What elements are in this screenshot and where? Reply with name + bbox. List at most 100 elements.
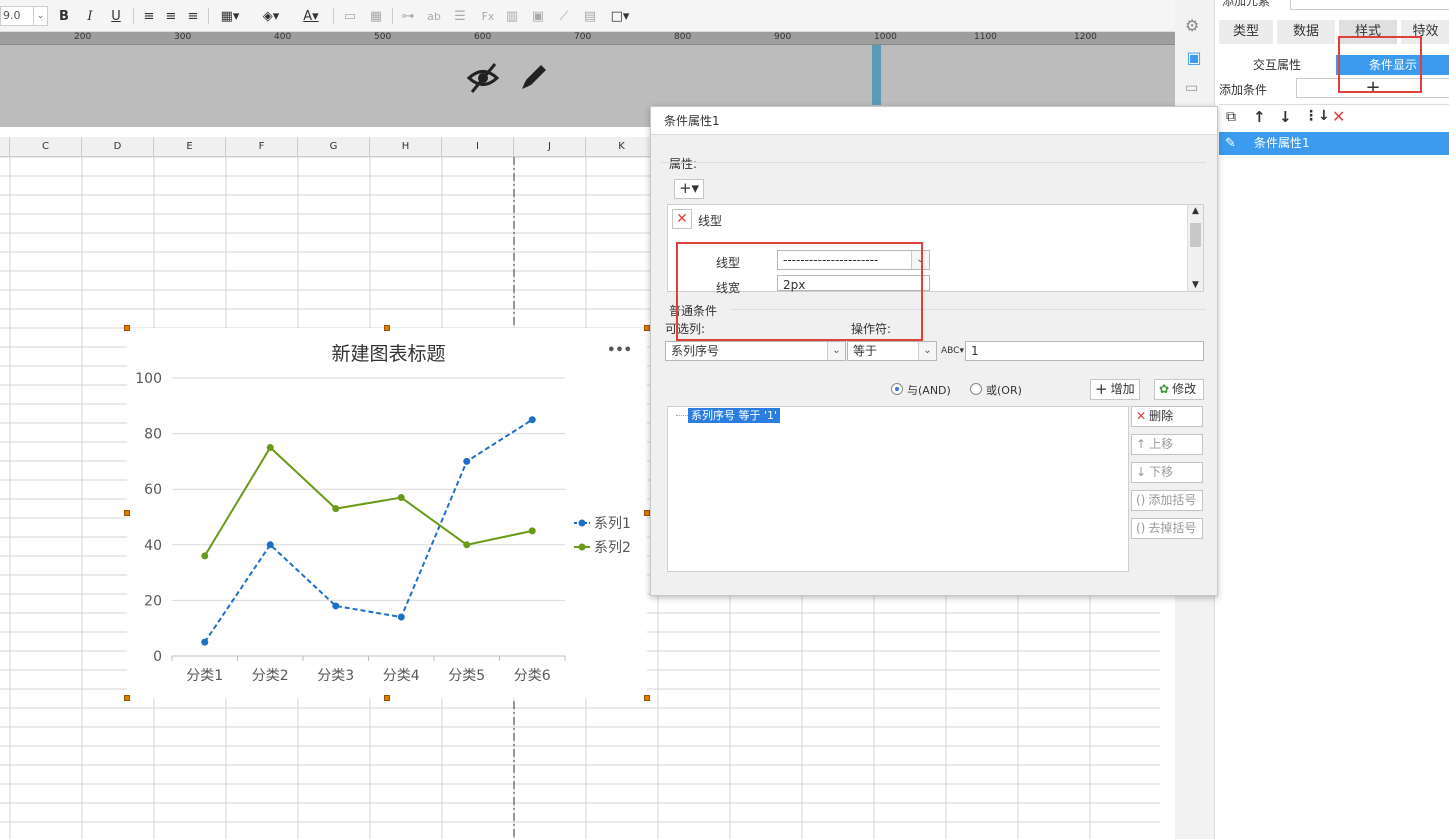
add-button[interactable]: + 增加	[1090, 379, 1140, 400]
tab-interaction[interactable]: 交互属性	[1219, 55, 1335, 75]
underline-button[interactable]: U	[108, 6, 124, 26]
legend-label: 系列2	[594, 540, 631, 556]
resize-handle[interactable]	[384, 695, 390, 701]
column-header-cell[interactable]: J	[514, 137, 586, 157]
paragraph-icon[interactable]: ☰	[452, 6, 468, 26]
remove-attr-icon[interactable]: ✕	[672, 209, 692, 229]
chart-icon[interactable]: ▥	[504, 6, 520, 26]
resize-handle[interactable]	[124, 325, 130, 331]
list-item-condition[interactable]: ✎ 条件属性1	[1219, 132, 1449, 155]
font-size-select[interactable]: 9.0 ⌄	[0, 6, 48, 26]
and-radio[interactable]	[891, 383, 903, 395]
add-element-field[interactable]	[1290, 0, 1449, 10]
tab-data[interactable]: 数据	[1277, 20, 1335, 44]
ruler-tick: 1000	[874, 32, 897, 42]
y-tick-label: 80	[144, 427, 162, 443]
arrow-down-icon[interactable]: ↓	[1279, 108, 1292, 126]
arrow-up-icon[interactable]: ↑	[1253, 108, 1266, 126]
delete-button[interactable]: ✕ 删除	[1131, 406, 1203, 427]
bracket-icon: ()	[1136, 493, 1146, 507]
resize-handle[interactable]	[124, 510, 130, 516]
y-tick-label: 60	[144, 482, 162, 498]
add-element-label: 添加元素	[1222, 0, 1271, 8]
ruler-tick: 500	[374, 32, 392, 42]
scrollbar[interactable]: ▲ ▼	[1187, 205, 1203, 291]
column-header-cell[interactable]: H	[370, 137, 442, 157]
ruler-tick: 700	[574, 32, 592, 42]
annotation-box	[676, 242, 923, 341]
modify-button[interactable]: ✿ 修改	[1154, 379, 1204, 400]
column-header-cell[interactable]: F	[226, 137, 298, 157]
column-select[interactable]: 系列序号 ⌄	[665, 341, 846, 361]
text-icon[interactable]: ab	[426, 6, 442, 26]
sort-icon[interactable]: ⋮↓	[1304, 108, 1330, 124]
legend-marker	[578, 543, 586, 551]
value-type-icon[interactable]: ABC▾	[941, 341, 964, 361]
delete-label: 删除	[1149, 409, 1174, 423]
slash-icon[interactable]: ⟋	[556, 6, 572, 26]
column-header-cell[interactable]: C	[10, 137, 82, 157]
frame-icon[interactable]: □▾	[606, 6, 634, 26]
tab-type[interactable]: 类型	[1219, 20, 1273, 44]
bold-button[interactable]: B	[56, 6, 72, 26]
data-point	[332, 505, 340, 513]
table-icon[interactable]: ▦	[368, 6, 384, 26]
eye-off-icon[interactable]	[466, 61, 500, 95]
merge-icon[interactable]: ▭	[342, 6, 358, 26]
toolbar: 9.0 ⌄ B I U ≡ ≡ ≡ ▦▾ ◈▾ A▾ ▭ ▦ ⊶ ab ☰ Fx…	[0, 0, 1175, 32]
image-icon[interactable]: ▣	[530, 6, 546, 26]
data-point	[266, 541, 274, 549]
add-attr-button[interactable]: +▾	[674, 179, 704, 199]
or-radio[interactable]	[970, 383, 982, 395]
value-field[interactable]: 1	[965, 341, 1204, 361]
column-header-cell[interactable]: I	[442, 137, 514, 157]
y-tick-label: 40	[144, 538, 162, 554]
dialog-title: 条件属性1	[651, 107, 1217, 135]
condition-item[interactable]: 系列序号 等于 '1'	[688, 408, 781, 423]
add-bracket-button[interactable]: () 添加括号	[1131, 490, 1203, 511]
formula-icon[interactable]: Fx	[478, 6, 498, 26]
link-icon[interactable]: ⊶	[400, 6, 416, 26]
legend-marker	[578, 519, 586, 527]
line-chart[interactable]: 新建图表标题 ••• 0 20 40 60 80 100 分类1 分类2 分类3 分类4 分类5 分类6 系…	[127, 328, 647, 698]
doc-icon[interactable]: ▤	[582, 6, 598, 26]
column-header-cell[interactable]: K	[586, 137, 658, 157]
x-tick-label: 分类5	[448, 668, 485, 684]
fill-color-icon[interactable]: ◈▾	[256, 6, 286, 26]
remove-bracket-button[interactable]: () 去掉括号	[1131, 518, 1203, 539]
series-line	[203, 445, 533, 557]
operator-select[interactable]: 等于 ⌄	[847, 341, 937, 361]
settings-icon[interactable]: ⚙	[1185, 16, 1199, 35]
or-label: 或(OR)	[986, 384, 1022, 397]
move-up-button[interactable]: ↑ 上移	[1131, 434, 1203, 455]
column-header-cell[interactable]: D	[82, 137, 154, 157]
italic-button[interactable]: I	[82, 6, 98, 26]
align-center-icon[interactable]: ≡	[163, 6, 179, 26]
bracket-remove-icon: ()	[1136, 521, 1146, 535]
condition-list[interactable]: 系列序号 等于 '1'	[667, 406, 1129, 572]
x-tick-label: 分类2	[252, 668, 289, 684]
column-header-cell[interactable]: G	[298, 137, 370, 157]
x-tick-label: 分类4	[383, 668, 420, 684]
pencil-icon[interactable]	[518, 61, 550, 93]
resize-handle[interactable]	[644, 695, 650, 701]
border-icon[interactable]: ▦▾	[216, 6, 244, 26]
scroll-down-icon[interactable]: ▼	[1188, 280, 1203, 290]
align-left-icon[interactable]: ≡	[141, 6, 157, 26]
move-down-button[interactable]: ↓ 下移	[1131, 462, 1203, 483]
scroll-up-icon[interactable]: ▲	[1188, 206, 1203, 216]
add-label: 增加	[1110, 382, 1135, 396]
panel-icon[interactable]: ▭	[1185, 80, 1198, 96]
column-header-cell[interactable]: E	[154, 137, 226, 157]
font-color-icon[interactable]: A▾	[296, 6, 326, 26]
resize-handle[interactable]	[124, 695, 130, 701]
delete-icon[interactable]: ✕	[1332, 107, 1345, 126]
ruler-tick: 900	[774, 32, 792, 42]
frame-icon[interactable]: ▣	[1183, 48, 1205, 68]
add-condition-label: 添加条件	[1219, 83, 1268, 97]
value-value: 1	[971, 344, 979, 358]
data-point	[397, 494, 405, 502]
align-right-icon[interactable]: ≡	[185, 6, 201, 26]
copy-icon[interactable]: ⧉	[1226, 109, 1236, 125]
resize-handle[interactable]	[384, 325, 390, 331]
